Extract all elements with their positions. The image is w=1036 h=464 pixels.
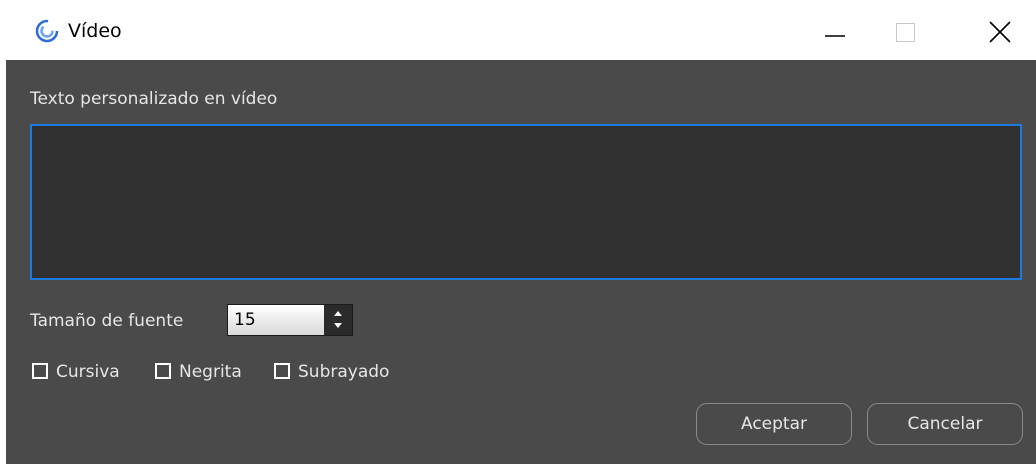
checkbox-box[interactable] bbox=[32, 363, 48, 379]
swirl-app-icon bbox=[34, 18, 60, 44]
cancel-button[interactable]: Cancelar bbox=[867, 403, 1023, 445]
italic-checkbox-label: Cursiva bbox=[56, 362, 120, 382]
maximize-icon bbox=[896, 23, 915, 42]
chevron-down-icon bbox=[334, 323, 342, 328]
underline-checkbox-label: Subrayado bbox=[298, 362, 390, 382]
window-title: Vídeo bbox=[68, 20, 122, 42]
font-size-value[interactable]: 15 bbox=[234, 309, 256, 331]
spin-up-button[interactable] bbox=[324, 305, 352, 320]
spin-arrows bbox=[324, 305, 352, 335]
spin-down-button[interactable] bbox=[324, 320, 352, 335]
dialog-body: Texto personalizado en vídeo Tamaño de f… bbox=[6, 60, 1036, 464]
font-size-spinbox[interactable]: 15 bbox=[227, 304, 353, 336]
custom-text-input[interactable] bbox=[30, 124, 1022, 280]
bold-checkbox-label: Negrita bbox=[179, 362, 242, 382]
font-size-label: Tamaño de fuente bbox=[30, 311, 184, 331]
maximize-button[interactable] bbox=[880, 8, 932, 54]
underline-checkbox[interactable]: Subrayado bbox=[274, 362, 424, 384]
minimize-button[interactable] bbox=[807, 8, 859, 54]
bold-checkbox[interactable]: Negrita bbox=[155, 362, 275, 384]
chevron-up-icon bbox=[334, 311, 342, 316]
checkbox-box[interactable] bbox=[155, 363, 171, 379]
italic-checkbox[interactable]: Cursiva bbox=[32, 362, 156, 384]
close-button[interactable] bbox=[972, 8, 1024, 54]
title-bar: Vídeo bbox=[0, 0, 1036, 60]
close-icon bbox=[989, 21, 1011, 43]
minimize-icon bbox=[825, 35, 845, 37]
custom-text-label: Texto personalizado en vídeo bbox=[30, 89, 278, 109]
checkbox-box[interactable] bbox=[274, 363, 290, 379]
accept-button[interactable]: Aceptar bbox=[696, 403, 852, 445]
